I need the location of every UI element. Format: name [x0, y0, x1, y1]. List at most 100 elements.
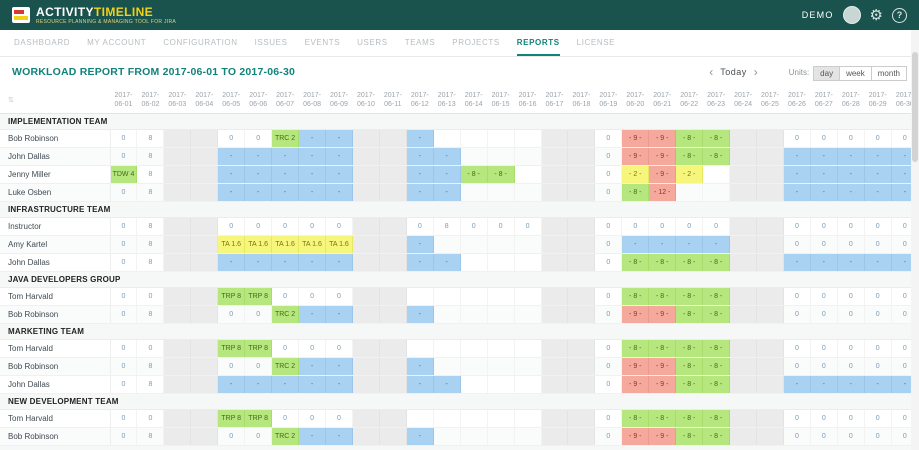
workload-cell[interactable] [460, 410, 487, 428]
unit-button-month[interactable]: month [871, 66, 907, 81]
workload-cell[interactable]: - [406, 236, 433, 254]
workload-cell[interactable] [191, 236, 218, 254]
workload-cell[interactable]: 0 [837, 236, 864, 254]
workload-cell[interactable] [191, 148, 218, 166]
workload-cell[interactable] [541, 254, 568, 272]
workload-cell[interactable] [568, 306, 595, 324]
workload-cell[interactable]: - [406, 306, 433, 324]
member-name[interactable]: John Dallas [0, 148, 110, 166]
workload-cell[interactable]: 0 [783, 306, 810, 324]
workload-cell[interactable]: - 8 - [703, 130, 730, 148]
workload-cell[interactable]: - [810, 184, 837, 202]
workload-cell[interactable] [730, 428, 757, 446]
workload-cell[interactable]: 0 [864, 358, 891, 376]
workload-cell[interactable]: 0 [110, 254, 137, 272]
today-button[interactable]: Today [718, 67, 749, 77]
workload-cell[interactable] [541, 184, 568, 202]
workload-cell[interactable]: - 12 - [649, 184, 676, 202]
workload-cell[interactable]: - 8 - [676, 148, 703, 166]
workload-cell[interactable]: 0 [245, 130, 272, 148]
nav-item-events[interactable]: EVENTS [305, 30, 341, 56]
workload-cell[interactable]: 0 [272, 218, 299, 236]
workload-cell[interactable]: 0 [595, 376, 622, 394]
workload-cell[interactable] [541, 288, 568, 306]
workload-cell[interactable] [730, 218, 757, 236]
workload-cell[interactable] [514, 428, 541, 446]
workload-cell[interactable]: - 8 - [676, 376, 703, 394]
workload-cell[interactable]: 0 [595, 184, 622, 202]
workload-cell[interactable]: - [703, 236, 730, 254]
workload-cell[interactable]: 0 [837, 218, 864, 236]
workload-cell[interactable] [433, 236, 460, 254]
workload-cell[interactable] [757, 306, 784, 324]
workload-cell[interactable]: 0 [110, 130, 137, 148]
workload-cell[interactable]: 0 [110, 376, 137, 394]
workload-cell[interactable] [514, 358, 541, 376]
workload-cell[interactable]: 0 [460, 218, 487, 236]
workload-cell[interactable]: - [837, 254, 864, 272]
workload-cell[interactable]: 0 [864, 288, 891, 306]
workload-cell[interactable]: - [406, 254, 433, 272]
workload-cell[interactable] [514, 306, 541, 324]
workload-cell[interactable] [487, 410, 514, 428]
workload-cell[interactable] [730, 130, 757, 148]
workload-cell[interactable]: - 8 - [703, 254, 730, 272]
workload-cell[interactable]: 0 [864, 340, 891, 358]
workload-cell[interactable]: - 8 - [460, 166, 487, 184]
workload-cell[interactable]: 0 [110, 148, 137, 166]
member-name[interactable]: Jenny Miller [0, 166, 110, 184]
workload-cell[interactable] [460, 130, 487, 148]
workload-cell[interactable] [460, 306, 487, 324]
workload-cell[interactable] [164, 288, 191, 306]
workload-cell[interactable] [164, 148, 191, 166]
workload-cell[interactable] [352, 254, 379, 272]
workload-cell[interactable] [757, 236, 784, 254]
workload-cell[interactable]: - [326, 428, 353, 446]
workload-cell[interactable]: - 9 - [649, 166, 676, 184]
workload-cell[interactable] [730, 340, 757, 358]
workload-cell[interactable] [379, 166, 406, 184]
team-header[interactable]: INFRASTRUCTURE TEAM [0, 202, 919, 218]
team-header[interactable]: IMPLEMENTATION TEAM [0, 114, 919, 130]
workload-cell[interactable]: TRP 8 [245, 288, 272, 306]
workload-cell[interactable] [757, 184, 784, 202]
workload-cell[interactable]: - 8 - [676, 130, 703, 148]
workload-cell[interactable] [164, 306, 191, 324]
workload-cell[interactable]: 0 [837, 428, 864, 446]
workload-cell[interactable] [379, 148, 406, 166]
workload-cell[interactable]: - [810, 166, 837, 184]
workload-cell[interactable] [730, 184, 757, 202]
workload-cell[interactable]: 0 [783, 288, 810, 306]
workload-cell[interactable]: 0 [299, 218, 326, 236]
workload-cell[interactable]: TA 1.6 [326, 236, 353, 254]
workload-cell[interactable] [352, 410, 379, 428]
workload-cell[interactable]: - [299, 428, 326, 446]
workload-cell[interactable]: TA 1.6 [272, 236, 299, 254]
sort-icon[interactable]: ⇅ [8, 97, 14, 104]
workload-cell[interactable]: 0 [810, 340, 837, 358]
workload-cell[interactable] [460, 254, 487, 272]
workload-cell[interactable] [568, 130, 595, 148]
workload-cell[interactable] [541, 376, 568, 394]
workload-cell[interactable] [191, 166, 218, 184]
workload-cell[interactable]: 8 [137, 428, 164, 446]
workload-cell[interactable] [487, 358, 514, 376]
workload-cell[interactable]: - [299, 376, 326, 394]
workload-cell[interactable] [379, 358, 406, 376]
nav-item-license[interactable]: LICENSE [577, 30, 615, 56]
workload-cell[interactable]: 8 [137, 376, 164, 394]
workload-cell[interactable] [676, 184, 703, 202]
workload-cell[interactable]: - 9 - [649, 358, 676, 376]
workload-cell[interactable] [703, 166, 730, 184]
workload-cell[interactable]: - [810, 148, 837, 166]
workload-cell[interactable] [164, 340, 191, 358]
workload-cell[interactable]: 0 [649, 218, 676, 236]
workload-cell[interactable] [164, 376, 191, 394]
workload-cell[interactable] [487, 148, 514, 166]
workload-cell[interactable]: TRC 2 [272, 428, 299, 446]
workload-cell[interactable] [406, 288, 433, 306]
workload-cell[interactable] [191, 254, 218, 272]
workload-cell[interactable]: - [272, 166, 299, 184]
workload-cell[interactable] [164, 358, 191, 376]
workload-cell[interactable] [514, 254, 541, 272]
